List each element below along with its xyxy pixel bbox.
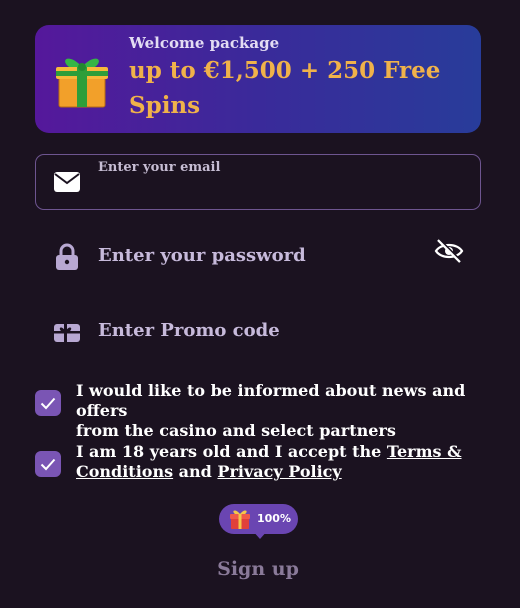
bonus-badge-text: 100% bbox=[257, 512, 291, 525]
gift-icon bbox=[230, 510, 250, 529]
terms-consent-prefix: I am 18 years old and I accept the bbox=[76, 442, 387, 461]
news-consent-checkbox[interactable] bbox=[35, 390, 61, 416]
promo-code-field[interactable]: Enter Promo code bbox=[98, 320, 280, 341]
badge-pointer bbox=[252, 530, 268, 539]
welcome-banner: Welcome package up to €1,500 + 250 Free … bbox=[35, 25, 481, 133]
news-consent-line2: from the casino and select partners bbox=[76, 421, 396, 440]
sign-up-button[interactable]: Sign up bbox=[200, 555, 316, 583]
gift-card-icon bbox=[54, 324, 80, 342]
terms-consent-and: and bbox=[173, 462, 218, 481]
password-field[interactable]: Enter your password bbox=[98, 245, 306, 266]
email-field[interactable]: Enter your email bbox=[35, 154, 481, 210]
envelope-icon bbox=[54, 172, 80, 192]
welcome-title: up to €1,500 + 250 Free Spins bbox=[129, 57, 441, 119]
eye-slash-icon[interactable] bbox=[434, 237, 464, 265]
checkmark-icon bbox=[40, 397, 56, 409]
terms-consent-checkbox[interactable] bbox=[35, 451, 61, 477]
email-placeholder: Enter your email bbox=[98, 160, 221, 175]
gift-box-icon bbox=[56, 58, 108, 108]
checkmark-icon bbox=[40, 458, 56, 470]
news-consent-line1: I would like to be informed about news a… bbox=[76, 381, 466, 420]
lock-icon bbox=[56, 243, 78, 270]
welcome-subtitle: Welcome package bbox=[129, 34, 280, 52]
terms-link[interactable]: Terms & bbox=[387, 442, 462, 461]
terms-consent-label: I am 18 years old and I accept the Terms… bbox=[76, 442, 496, 482]
privacy-policy-link[interactable]: Privacy Policy bbox=[217, 462, 341, 481]
conditions-link[interactable]: Conditions bbox=[76, 462, 173, 481]
news-consent-label: I would like to be informed about news a… bbox=[76, 381, 496, 441]
